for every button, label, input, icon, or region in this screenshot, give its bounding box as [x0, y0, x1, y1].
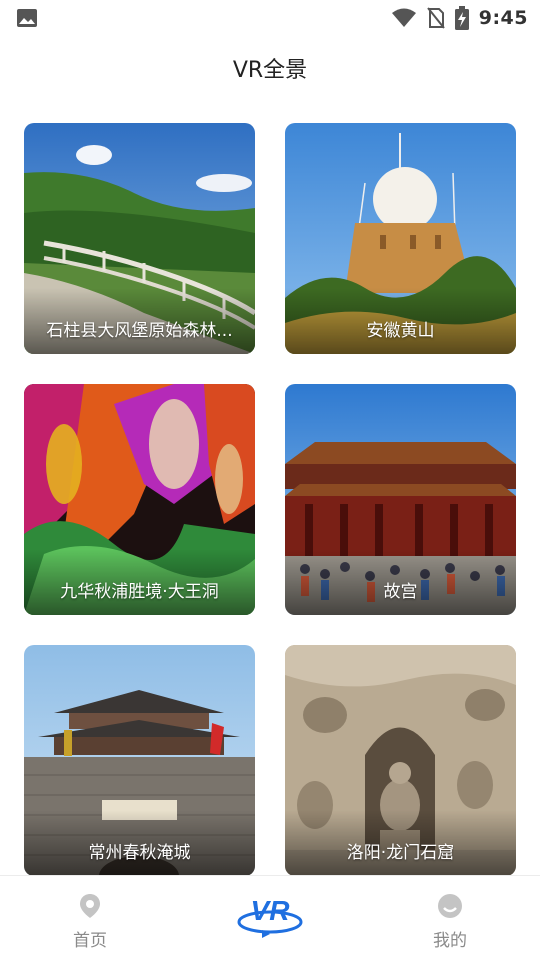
vr-logo-icon[interactable]: VR: [234, 886, 306, 942]
status-bar: 9:45: [0, 0, 540, 36]
page-title: VR全景: [232, 58, 308, 83]
card-title: 常州春秋淹城: [88, 843, 191, 863]
no-sim-icon: [426, 7, 445, 29]
card-title: 洛阳·龙门石窟: [346, 843, 455, 863]
card-title: 安徽黄山: [366, 321, 435, 341]
tab-mine-label: 我的: [433, 931, 467, 951]
bottom-tab-bar: 首页 VR 我的: [0, 875, 540, 960]
tab-home[interactable]: 首页: [62, 876, 118, 961]
wifi-icon: [391, 8, 416, 27]
battery-charging-icon: [454, 6, 469, 30]
vr-card-yancheng[interactable]: 常州春秋淹城: [24, 645, 255, 875]
location-pin-icon: [80, 894, 100, 918]
card-title: 故宫: [383, 582, 418, 602]
vr-card-palace[interactable]: 故宫: [285, 384, 516, 615]
tab-home-label: 首页: [73, 931, 107, 951]
vr-card-cave[interactable]: 九华秋浦胜境·大王洞: [24, 384, 255, 615]
image-icon: [17, 9, 37, 27]
tab-vr-label: VR: [251, 895, 291, 926]
vr-scene-grid: 石柱县大风堡原始森林... 安徽黄山 九华秋浦胜境·大王洞 故宫 常州春秋淹城 …: [24, 123, 516, 875]
card-title: 石柱县大风堡原始森林...: [46, 321, 233, 341]
tab-mine[interactable]: 我的: [422, 876, 478, 961]
clock: 9:45: [478, 7, 528, 29]
card-title: 九华秋浦胜境·大王洞: [60, 582, 219, 602]
vr-card-huangshan[interactable]: 安徽黄山: [285, 123, 516, 354]
vr-card-longmen[interactable]: 洛阳·龙门石窟: [285, 645, 516, 875]
profile-face-icon: [438, 894, 462, 918]
vr-card-forest[interactable]: 石柱县大风堡原始森林...: [24, 123, 255, 354]
